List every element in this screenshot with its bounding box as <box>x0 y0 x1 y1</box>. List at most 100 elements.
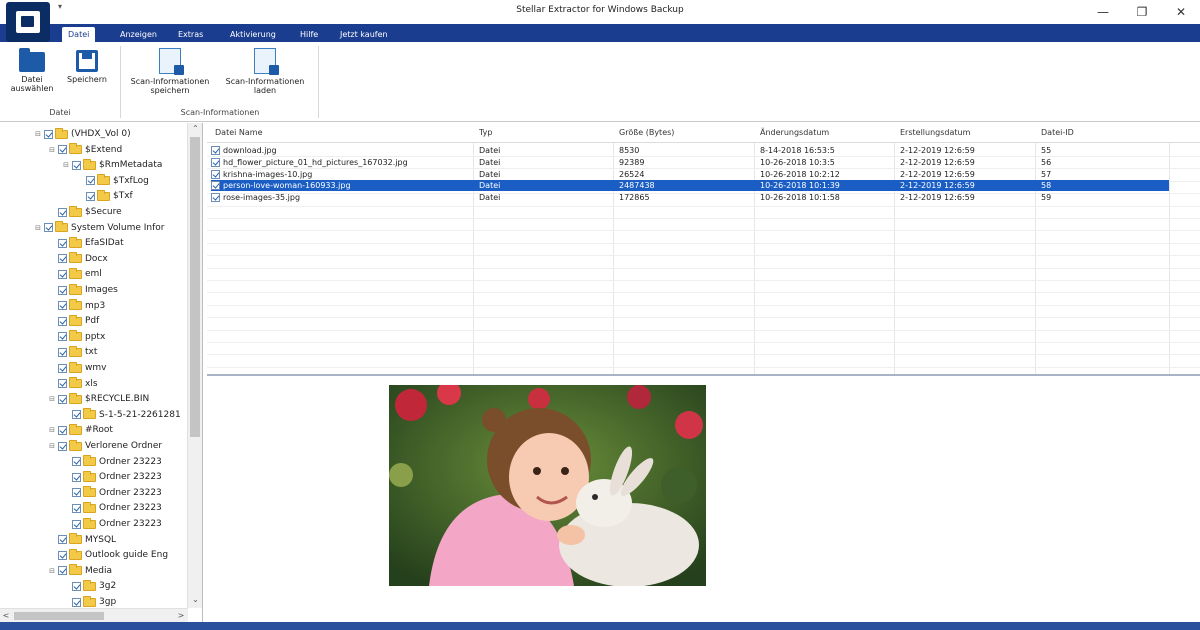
tree-item[interactable]: pptx <box>48 330 105 344</box>
expander-icon[interactable]: ⊟ <box>48 426 56 434</box>
expander-icon[interactable] <box>48 380 56 388</box>
save-scan-info-button[interactable]: Scan-Informationen speichern <box>124 48 216 95</box>
row-checkbox[interactable] <box>211 146 220 155</box>
table-row[interactable]: download.jpg Datei 8530 8-14-2018 16:53:5 2-… <box>211 145 1169 156</box>
tab-hilfe[interactable]: Hilfe <box>294 27 324 42</box>
checkbox[interactable] <box>58 363 67 373</box>
checkbox[interactable] <box>58 254 67 264</box>
expander-icon[interactable]: ⊟ <box>34 130 42 138</box>
tree-item[interactable]: ⊟ $Extend <box>48 143 122 157</box>
checkbox[interactable] <box>58 269 67 279</box>
checkbox[interactable] <box>58 379 67 389</box>
checkbox[interactable] <box>72 160 81 170</box>
checkbox[interactable] <box>58 301 67 311</box>
save-button[interactable]: Speichern <box>62 48 112 84</box>
row-checkbox[interactable] <box>211 193 220 203</box>
expander-icon[interactable] <box>48 364 56 372</box>
load-scan-info-button[interactable]: Scan-Informationen laden <box>218 48 312 95</box>
table-row[interactable]: rose-images-35.jpg Datei 172865 10-26-2018 … <box>211 192 1169 203</box>
tree-item[interactable]: ⊟ #Root <box>48 423 113 437</box>
expander-icon[interactable]: ⊟ <box>48 395 56 403</box>
checkbox[interactable] <box>58 394 67 404</box>
checkbox[interactable] <box>72 488 81 498</box>
select-file-button[interactable]: Datei auswählen <box>8 48 56 93</box>
checkbox[interactable] <box>58 347 67 357</box>
expander-icon[interactable] <box>62 582 70 590</box>
tree-item[interactable]: MYSQL <box>48 533 116 547</box>
row-checkbox[interactable] <box>211 169 220 179</box>
expander-icon[interactable] <box>48 208 56 216</box>
tree-item[interactable]: xls <box>48 377 98 391</box>
minimize-button[interactable]: — <box>1088 3 1118 21</box>
expander-icon[interactable] <box>48 239 56 247</box>
tree-item[interactable]: Ordner 23223 <box>62 470 162 484</box>
tree-item[interactable]: Pdf <box>48 314 99 328</box>
app-logo[interactable] <box>6 2 50 42</box>
expander-icon[interactable] <box>48 333 56 341</box>
expander-icon[interactable] <box>48 302 56 310</box>
checkbox[interactable] <box>58 316 67 326</box>
table-row[interactable]: krishna-images-10.jpg Datei 26524 10-26-201… <box>211 169 1169 180</box>
checkbox[interactable] <box>72 503 81 513</box>
row-checkbox[interactable] <box>211 157 220 167</box>
tree-horizontal-scrollbar[interactable]: < > <box>0 608 188 622</box>
expander-icon[interactable] <box>62 520 70 528</box>
expander-icon[interactable]: ⊟ <box>62 161 70 169</box>
expander-icon[interactable] <box>48 536 56 544</box>
column-header-id[interactable]: Datei-ID <box>1041 128 1074 137</box>
expander-icon[interactable] <box>48 255 56 263</box>
tree-item[interactable]: txt <box>48 345 97 359</box>
expander-icon[interactable] <box>48 286 56 294</box>
checkbox[interactable] <box>72 457 81 467</box>
tree-item[interactable]: ⊟ $RmMetadata <box>62 158 162 172</box>
scroll-thumb[interactable] <box>190 137 200 437</box>
tree-item[interactable]: 3g2 <box>62 579 116 593</box>
column-header-size[interactable]: Größe (Bytes) <box>619 128 674 137</box>
close-button[interactable]: ✕ <box>1166 3 1196 21</box>
expander-icon[interactable]: ⊟ <box>48 567 56 575</box>
tree-item[interactable]: Images <box>48 283 118 297</box>
checkbox[interactable] <box>58 332 67 342</box>
tree-item[interactable]: Ordner 23223 <box>62 455 162 469</box>
column-header-modified[interactable]: Änderungsdatum <box>760 128 829 137</box>
expander-icon[interactable] <box>48 270 56 278</box>
checkbox[interactable] <box>72 597 81 607</box>
tab-extras[interactable]: Extras <box>172 27 209 42</box>
table-row[interactable]: hd_flower_picture_01_hd_pictures_167032.… <box>211 157 1169 168</box>
expander-icon[interactable] <box>76 177 84 185</box>
column-header-type[interactable]: Typ <box>479 128 492 137</box>
expander-icon[interactable] <box>48 317 56 325</box>
checkbox[interactable] <box>58 285 67 295</box>
tab-datei[interactable]: Datei <box>62 27 96 42</box>
expander-icon[interactable]: ⊟ <box>48 442 56 450</box>
checkbox[interactable] <box>72 581 81 591</box>
tab-jetzt-kaufen[interactable]: Jetzt kaufen <box>334 27 394 42</box>
checkbox[interactable] <box>72 410 81 420</box>
checkbox[interactable] <box>44 223 53 233</box>
tree-item[interactable]: EfaSIDat <box>48 236 124 250</box>
checkbox[interactable] <box>58 207 67 217</box>
tree-item[interactable]: $TxfLog <box>76 174 149 188</box>
expander-icon[interactable] <box>62 473 70 481</box>
column-header-name[interactable]: Datei Name <box>215 128 263 137</box>
expander-icon[interactable] <box>62 504 70 512</box>
expander-icon[interactable] <box>62 411 70 419</box>
tree-item[interactable]: 3gp <box>62 595 116 609</box>
tree-item[interactable]: mp3 <box>48 299 105 313</box>
tree-item[interactable]: S-1-5-21-2261281 <box>62 408 181 422</box>
tree-item[interactable]: Ordner 23223 <box>62 501 162 515</box>
expander-icon[interactable] <box>48 348 56 356</box>
checkbox[interactable] <box>58 566 67 576</box>
checkbox[interactable] <box>72 519 81 529</box>
scroll-down-arrow[interactable]: ⌄ <box>188 594 202 606</box>
checkbox[interactable] <box>86 191 95 201</box>
scroll-thumb[interactable] <box>14 612 104 620</box>
checkbox[interactable] <box>86 176 95 186</box>
row-checkbox[interactable] <box>211 181 220 191</box>
scroll-up-arrow[interactable]: ⌃ <box>188 123 202 135</box>
tree-item[interactable]: Ordner 23223 <box>62 517 162 531</box>
expander-icon[interactable] <box>48 551 56 559</box>
tree-item[interactable]: Ordner 23223 <box>62 486 162 500</box>
expander-icon[interactable] <box>76 192 84 200</box>
tab-aktivierung[interactable]: Aktivierung <box>224 27 282 42</box>
